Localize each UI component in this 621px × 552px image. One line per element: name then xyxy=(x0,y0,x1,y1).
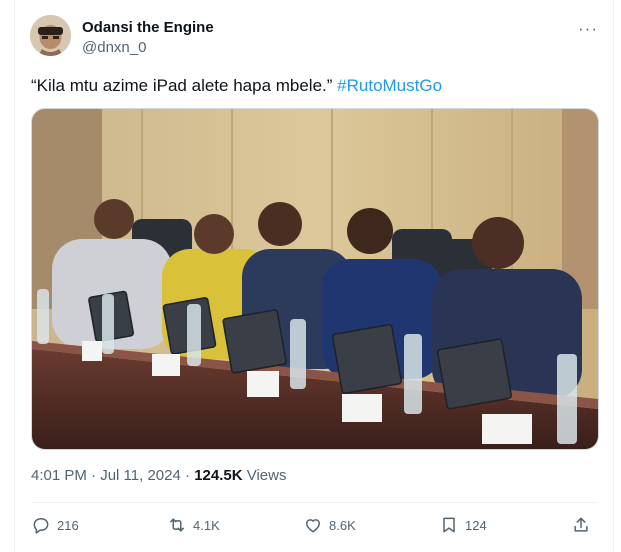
repost-icon xyxy=(170,518,184,532)
tweet-body: “Kila mtu azime iPad alete hapa mbele.” xyxy=(31,76,338,95)
avatar-image xyxy=(30,15,71,56)
share-button[interactable] xyxy=(571,512,597,538)
avatar[interactable] xyxy=(30,15,71,56)
views-count: 124.5K xyxy=(194,467,243,484)
reply-button[interactable]: 216 xyxy=(31,512,79,538)
reply-icon xyxy=(33,518,49,534)
tweet-text: “Kila mtu azime iPad alete hapa mbele.” … xyxy=(31,76,442,96)
views-label: Views xyxy=(242,467,287,484)
more-icon[interactable]: ··· xyxy=(578,19,598,39)
author-name[interactable]: Odansi the Engine xyxy=(82,19,214,36)
reply-count: 216 xyxy=(57,517,79,533)
bookmark-count: 124 xyxy=(465,517,487,533)
bookmark-button[interactable]: 124 xyxy=(439,512,487,538)
photo-illustration xyxy=(32,109,598,449)
repost-count: 4.1K xyxy=(193,517,220,533)
like-count: 8.6K xyxy=(329,517,356,533)
author-handle[interactable]: @dnxn_0 xyxy=(82,39,146,56)
tweet-time[interactable]: 4:01 PM xyxy=(31,467,87,484)
tweet-meta: 4:01 PM · Jul 11, 2024 · 124.5K Views xyxy=(31,467,286,484)
repost-button[interactable]: 4.1K xyxy=(167,512,220,538)
tweet-photo[interactable] xyxy=(31,108,599,450)
meta-separator: · xyxy=(180,467,195,484)
hashtag-link[interactable]: #RutoMustGo xyxy=(337,76,442,95)
like-icon xyxy=(306,519,320,533)
action-bar: 216 4.1K 8.6K 124 xyxy=(31,512,597,538)
meta-separator: · xyxy=(86,467,101,484)
like-button[interactable]: 8.6K xyxy=(303,512,356,538)
share-icon xyxy=(574,517,588,532)
tweet-date[interactable]: Jul 11, 2024 xyxy=(100,467,181,484)
bookmark-icon xyxy=(443,517,455,533)
divider xyxy=(31,502,597,503)
